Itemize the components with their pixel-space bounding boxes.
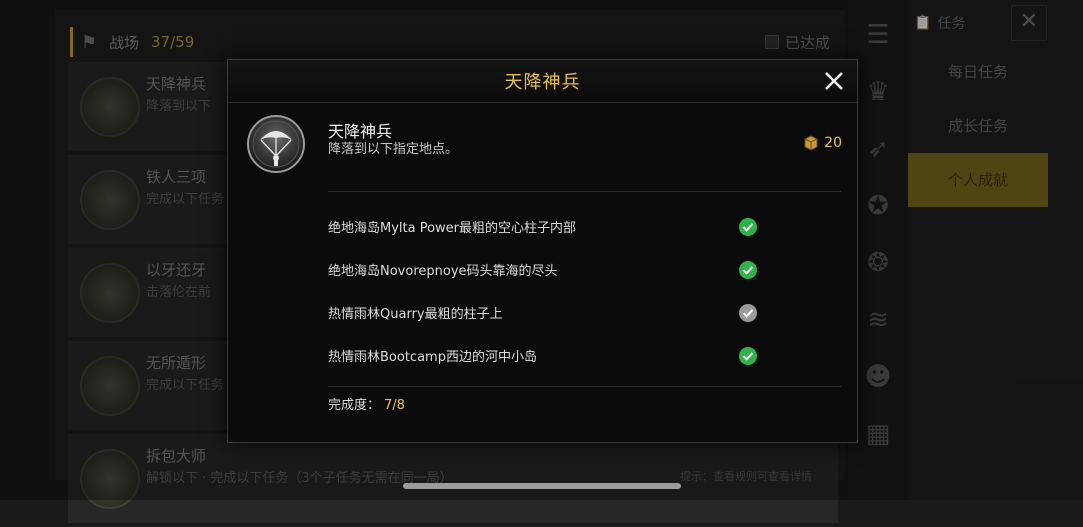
modal-header: 天降神兵 (228, 60, 857, 103)
subtask-row: 热情雨林Quarry最粗的柱子上 (328, 291, 758, 334)
check-done-icon (739, 261, 757, 279)
subtask-label: 绝地海岛Mylta Power最粗的空心柱子内部 (328, 221, 577, 236)
check-pending-icon (739, 304, 757, 322)
progress-label: 完成度： (328, 398, 381, 413)
subtask-label: 热情雨林Quarry最粗的柱子上 (328, 307, 503, 322)
subtask-row: 绝地海岛Mylta Power最粗的空心柱子内部 (328, 205, 758, 248)
check-done-icon (739, 347, 757, 365)
subtask-row: 热情雨林Bootcamp西边的河中小岛 (328, 334, 758, 377)
subtask-label: 热情雨林Bootcamp西边的河中小岛 (328, 350, 537, 365)
achievement-detail-modal: 天降神兵 天降神兵 降落到以下指定地点。 20 绝地海岛Mylta Power最… (227, 59, 858, 443)
subtask-row: 绝地海岛Novorepnoye码头靠海的尽头 (328, 248, 758, 291)
check-done-icon (739, 218, 757, 236)
close-button[interactable] (819, 66, 849, 96)
close-icon (825, 72, 843, 90)
completion-progress: 完成度： 7/8 (328, 394, 405, 413)
divider-top (328, 191, 841, 192)
divider-bottom (328, 386, 841, 387)
subtask-list: 绝地海岛Mylta Power最粗的空心柱子内部 绝地海岛Novorepnoye… (328, 205, 758, 377)
achievement-description: 降落到以下指定地点。 (328, 142, 459, 157)
reward-value: 20 (824, 135, 842, 151)
parachute-icon (246, 114, 306, 174)
home-indicator[interactable] (403, 483, 681, 489)
reward: 20 (802, 134, 842, 152)
subtask-label: 绝地海岛Novorepnoye码头靠海的尽头 (328, 264, 558, 279)
modal-title: 天降神兵 (504, 72, 581, 93)
reward-points-icon (804, 135, 818, 151)
progress-value: 7/8 (384, 398, 405, 413)
